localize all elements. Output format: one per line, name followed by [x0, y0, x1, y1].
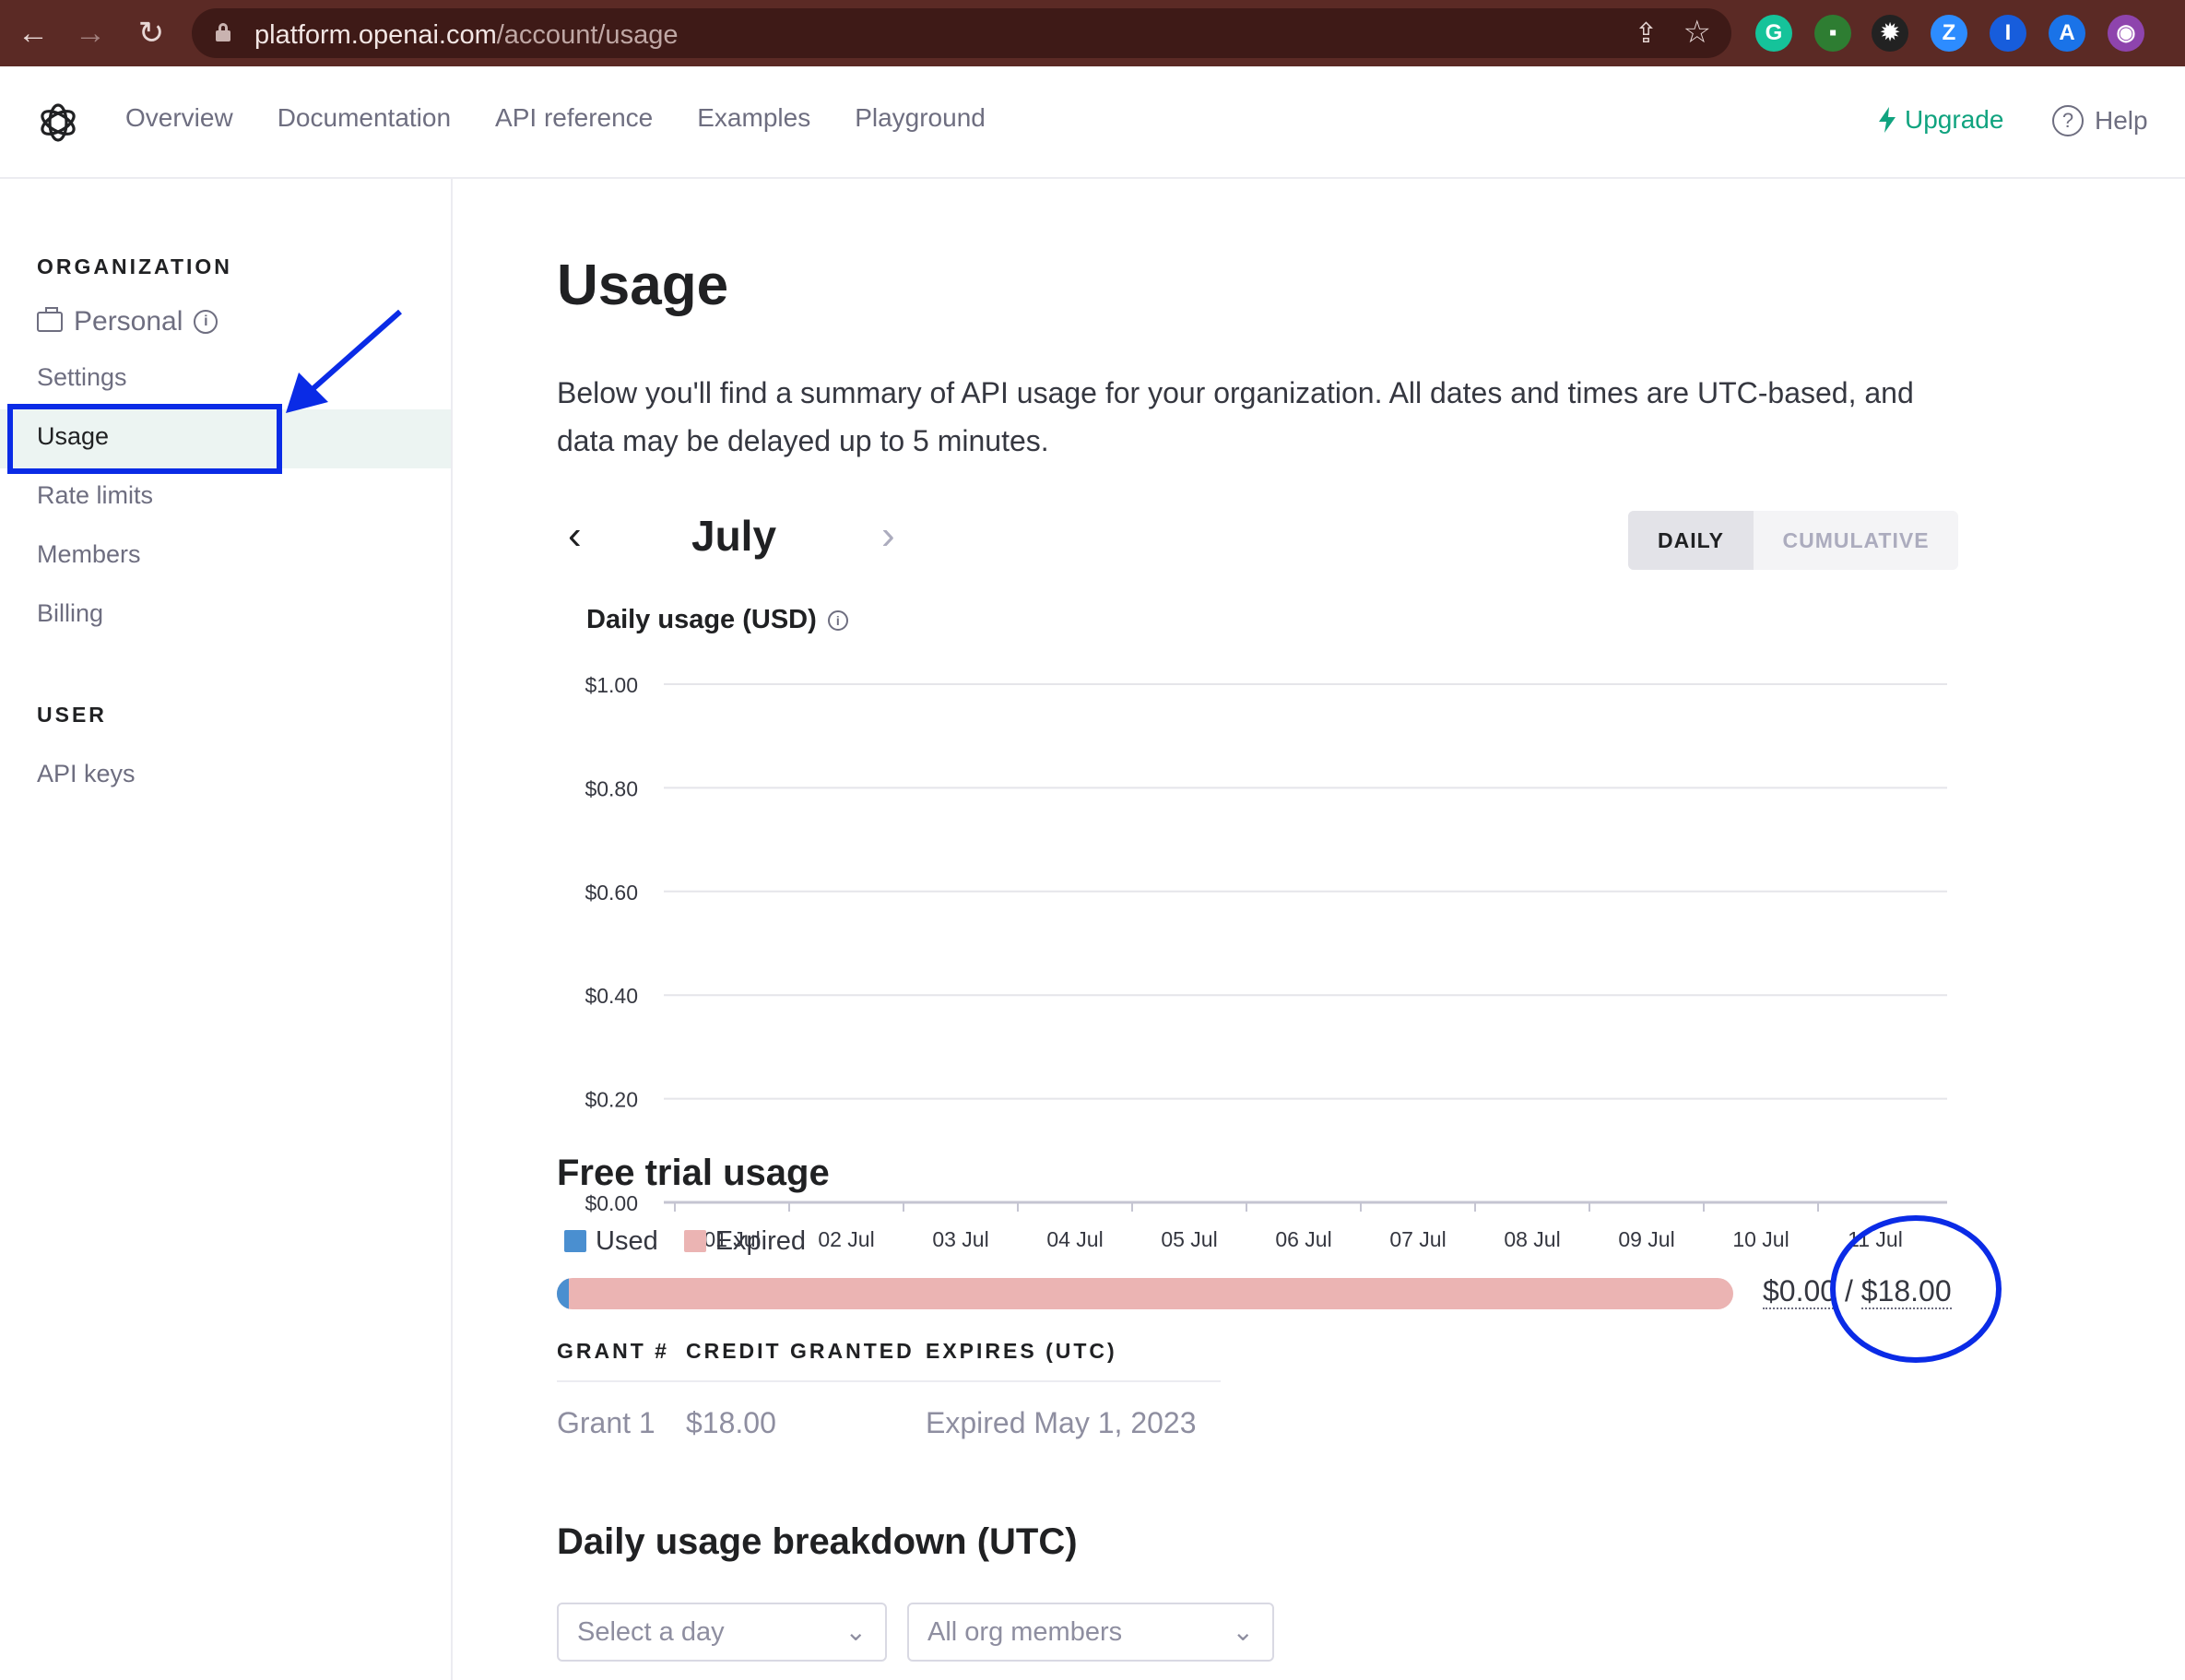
- extension-gear-icon[interactable]: ✹: [1872, 15, 1908, 52]
- chart-title: Daily usage (USD) i: [586, 605, 848, 635]
- chevron-down-icon: ⌄: [1232, 1617, 1254, 1646]
- x-tick-label: 02 Jul: [818, 1227, 874, 1251]
- openai-logo-icon[interactable]: [35, 100, 81, 146]
- grant-table: GRANT # CREDIT GRANTED EXPIRES (UTC) Gra…: [557, 1339, 1221, 1440]
- col-expires: EXPIRES (UTC): [926, 1339, 1221, 1382]
- grammarly-icon[interactable]: G: [1755, 15, 1792, 52]
- nav-overview[interactable]: Overview: [125, 103, 233, 133]
- free-trial-title: Free trial usage: [557, 1153, 830, 1193]
- chevron-down-icon: ⌄: [844, 1617, 867, 1646]
- legend-swatch-used: [564, 1230, 586, 1252]
- toggle-daily[interactable]: DAILY: [1628, 511, 1754, 570]
- address-bar[interactable]: platform.openai.com/account/usage ⇪ ☆: [192, 8, 1731, 58]
- legend-expired: Expired: [683, 1226, 807, 1257]
- info-icon[interactable]: i: [827, 609, 848, 631]
- col-grant: GRANT #: [557, 1339, 686, 1382]
- org-name: Personal: [74, 306, 183, 337]
- sidebar-item-billing[interactable]: Billing: [37, 599, 103, 628]
- app-header: Overview Documentation API reference Exa…: [0, 66, 2185, 179]
- x-tick-label: 10 Jul: [1732, 1227, 1789, 1251]
- used-amount: $0.00: [1763, 1274, 1837, 1309]
- y-tick-label: $0.60: [585, 881, 638, 905]
- month-selector: ‹ July › DAILY CUMULATIVE: [557, 511, 1958, 575]
- toggle-cumulative[interactable]: CUMULATIVE: [1754, 511, 1958, 570]
- expires-cell: Expired May 1, 2023: [926, 1406, 1197, 1439]
- x-tick-label: 05 Jul: [1161, 1227, 1217, 1251]
- help-button[interactable]: ? Help: [2052, 105, 2148, 136]
- annotation-box: [7, 404, 282, 474]
- legend-used-label: Used: [596, 1226, 658, 1256]
- translate-icon[interactable]: A: [2049, 15, 2085, 52]
- y-tick-label: $0.20: [585, 1088, 638, 1112]
- y-tick-label: $0.00: [585, 1191, 638, 1215]
- sidebar-heading-user: USER: [37, 703, 107, 727]
- extension-globe-icon[interactable]: ◉: [2108, 15, 2144, 52]
- reload-icon[interactable]: ↻: [131, 13, 171, 53]
- help-label: Help: [2095, 106, 2148, 135]
- nav-examples[interactable]: Examples: [697, 103, 810, 133]
- info-icon[interactable]: i: [194, 310, 218, 334]
- forward-icon[interactable]: →: [70, 13, 111, 53]
- help-icon: ?: [2052, 105, 2084, 136]
- page-title: Usage: [557, 254, 729, 317]
- annotation-arrow-icon: [286, 309, 402, 413]
- credit-cell: $18.00: [686, 1406, 776, 1439]
- top-nav: Overview Documentation API reference Exa…: [125, 103, 986, 133]
- sidebar-item-rate-limits[interactable]: Rate limits: [37, 481, 153, 510]
- sidebar-heading-organization: ORGANIZATION: [37, 254, 232, 278]
- day-select-placeholder: Select a day: [577, 1617, 725, 1647]
- x-tick-label: 04 Jul: [1046, 1227, 1103, 1251]
- y-tick-label: $0.40: [585, 984, 638, 1008]
- annotation-circle: [1830, 1215, 2002, 1363]
- table-row: Grant 1 $18.00 Expired May 1, 2023: [557, 1381, 1221, 1440]
- upgrade-label: Upgrade: [1905, 105, 2004, 134]
- legend-expired-label: Expired: [715, 1226, 807, 1256]
- grant-cell: Grant 1: [557, 1406, 656, 1439]
- day-select[interactable]: Select a day ⌄: [557, 1603, 887, 1662]
- free-trial-legend: Used Expired: [564, 1226, 806, 1257]
- member-select[interactable]: All org members ⌄: [907, 1603, 1274, 1662]
- briefcase-icon: [37, 307, 63, 332]
- zoom-icon[interactable]: Z: [1931, 15, 1967, 52]
- month-label: July: [691, 512, 777, 560]
- x-tick-label: 03 Jul: [932, 1227, 988, 1251]
- bitwarden-icon[interactable]: I: [1990, 15, 2026, 52]
- share-icon[interactable]: ⇪: [1635, 18, 1658, 50]
- extension-green-icon[interactable]: ▪: [1814, 15, 1851, 52]
- upgrade-button[interactable]: Upgrade: [1877, 105, 2003, 135]
- page-description: Below you'll find a summary of API usage…: [557, 376, 1914, 457]
- nav-documentation[interactable]: Documentation: [278, 103, 451, 133]
- bookmark-star-icon[interactable]: ☆: [1683, 14, 1711, 51]
- browser-toolbar: ← → ↻ platform.openai.com/account/usage …: [0, 0, 2185, 66]
- chevron-right-icon[interactable]: ›: [881, 513, 895, 559]
- x-tick-label: 08 Jul: [1504, 1227, 1560, 1251]
- sidebar-item-api-keys[interactable]: API keys: [37, 760, 136, 788]
- member-select-value: All org members: [927, 1617, 1123, 1647]
- free-trial-used-fill: [557, 1278, 569, 1309]
- nav-api-reference[interactable]: API reference: [495, 103, 653, 133]
- org-switcher[interactable]: Personal i: [37, 306, 218, 337]
- sidebar-item-settings[interactable]: Settings: [37, 363, 127, 392]
- y-tick-label: $0.80: [585, 776, 638, 800]
- sidebar-item-members[interactable]: Members: [37, 540, 141, 569]
- col-credit-granted: CREDIT GRANTED: [686, 1339, 926, 1382]
- x-tick-label: 06 Jul: [1275, 1227, 1331, 1251]
- url-text: platform.openai.com/account/usage: [254, 20, 679, 50]
- y-tick-label: $1.00: [585, 673, 638, 697]
- nav-playground[interactable]: Playground: [855, 103, 986, 133]
- chart-title-text: Daily usage (USD): [586, 605, 817, 634]
- back-icon[interactable]: ←: [13, 13, 53, 53]
- view-toggle: DAILY CUMULATIVE: [1628, 511, 1958, 570]
- chevron-left-icon[interactable]: ‹: [568, 513, 582, 559]
- lightning-icon: [1879, 107, 1896, 133]
- breakdown-title: Daily usage breakdown (UTC): [557, 1521, 1078, 1562]
- legend-swatch-expired: [683, 1230, 706, 1252]
- x-tick-label: 07 Jul: [1389, 1227, 1446, 1251]
- lock-icon: [216, 23, 230, 41]
- free-trial-progress-bar: [557, 1278, 1733, 1309]
- x-tick-label: 09 Jul: [1618, 1227, 1674, 1251]
- legend-used: Used: [564, 1226, 658, 1257]
